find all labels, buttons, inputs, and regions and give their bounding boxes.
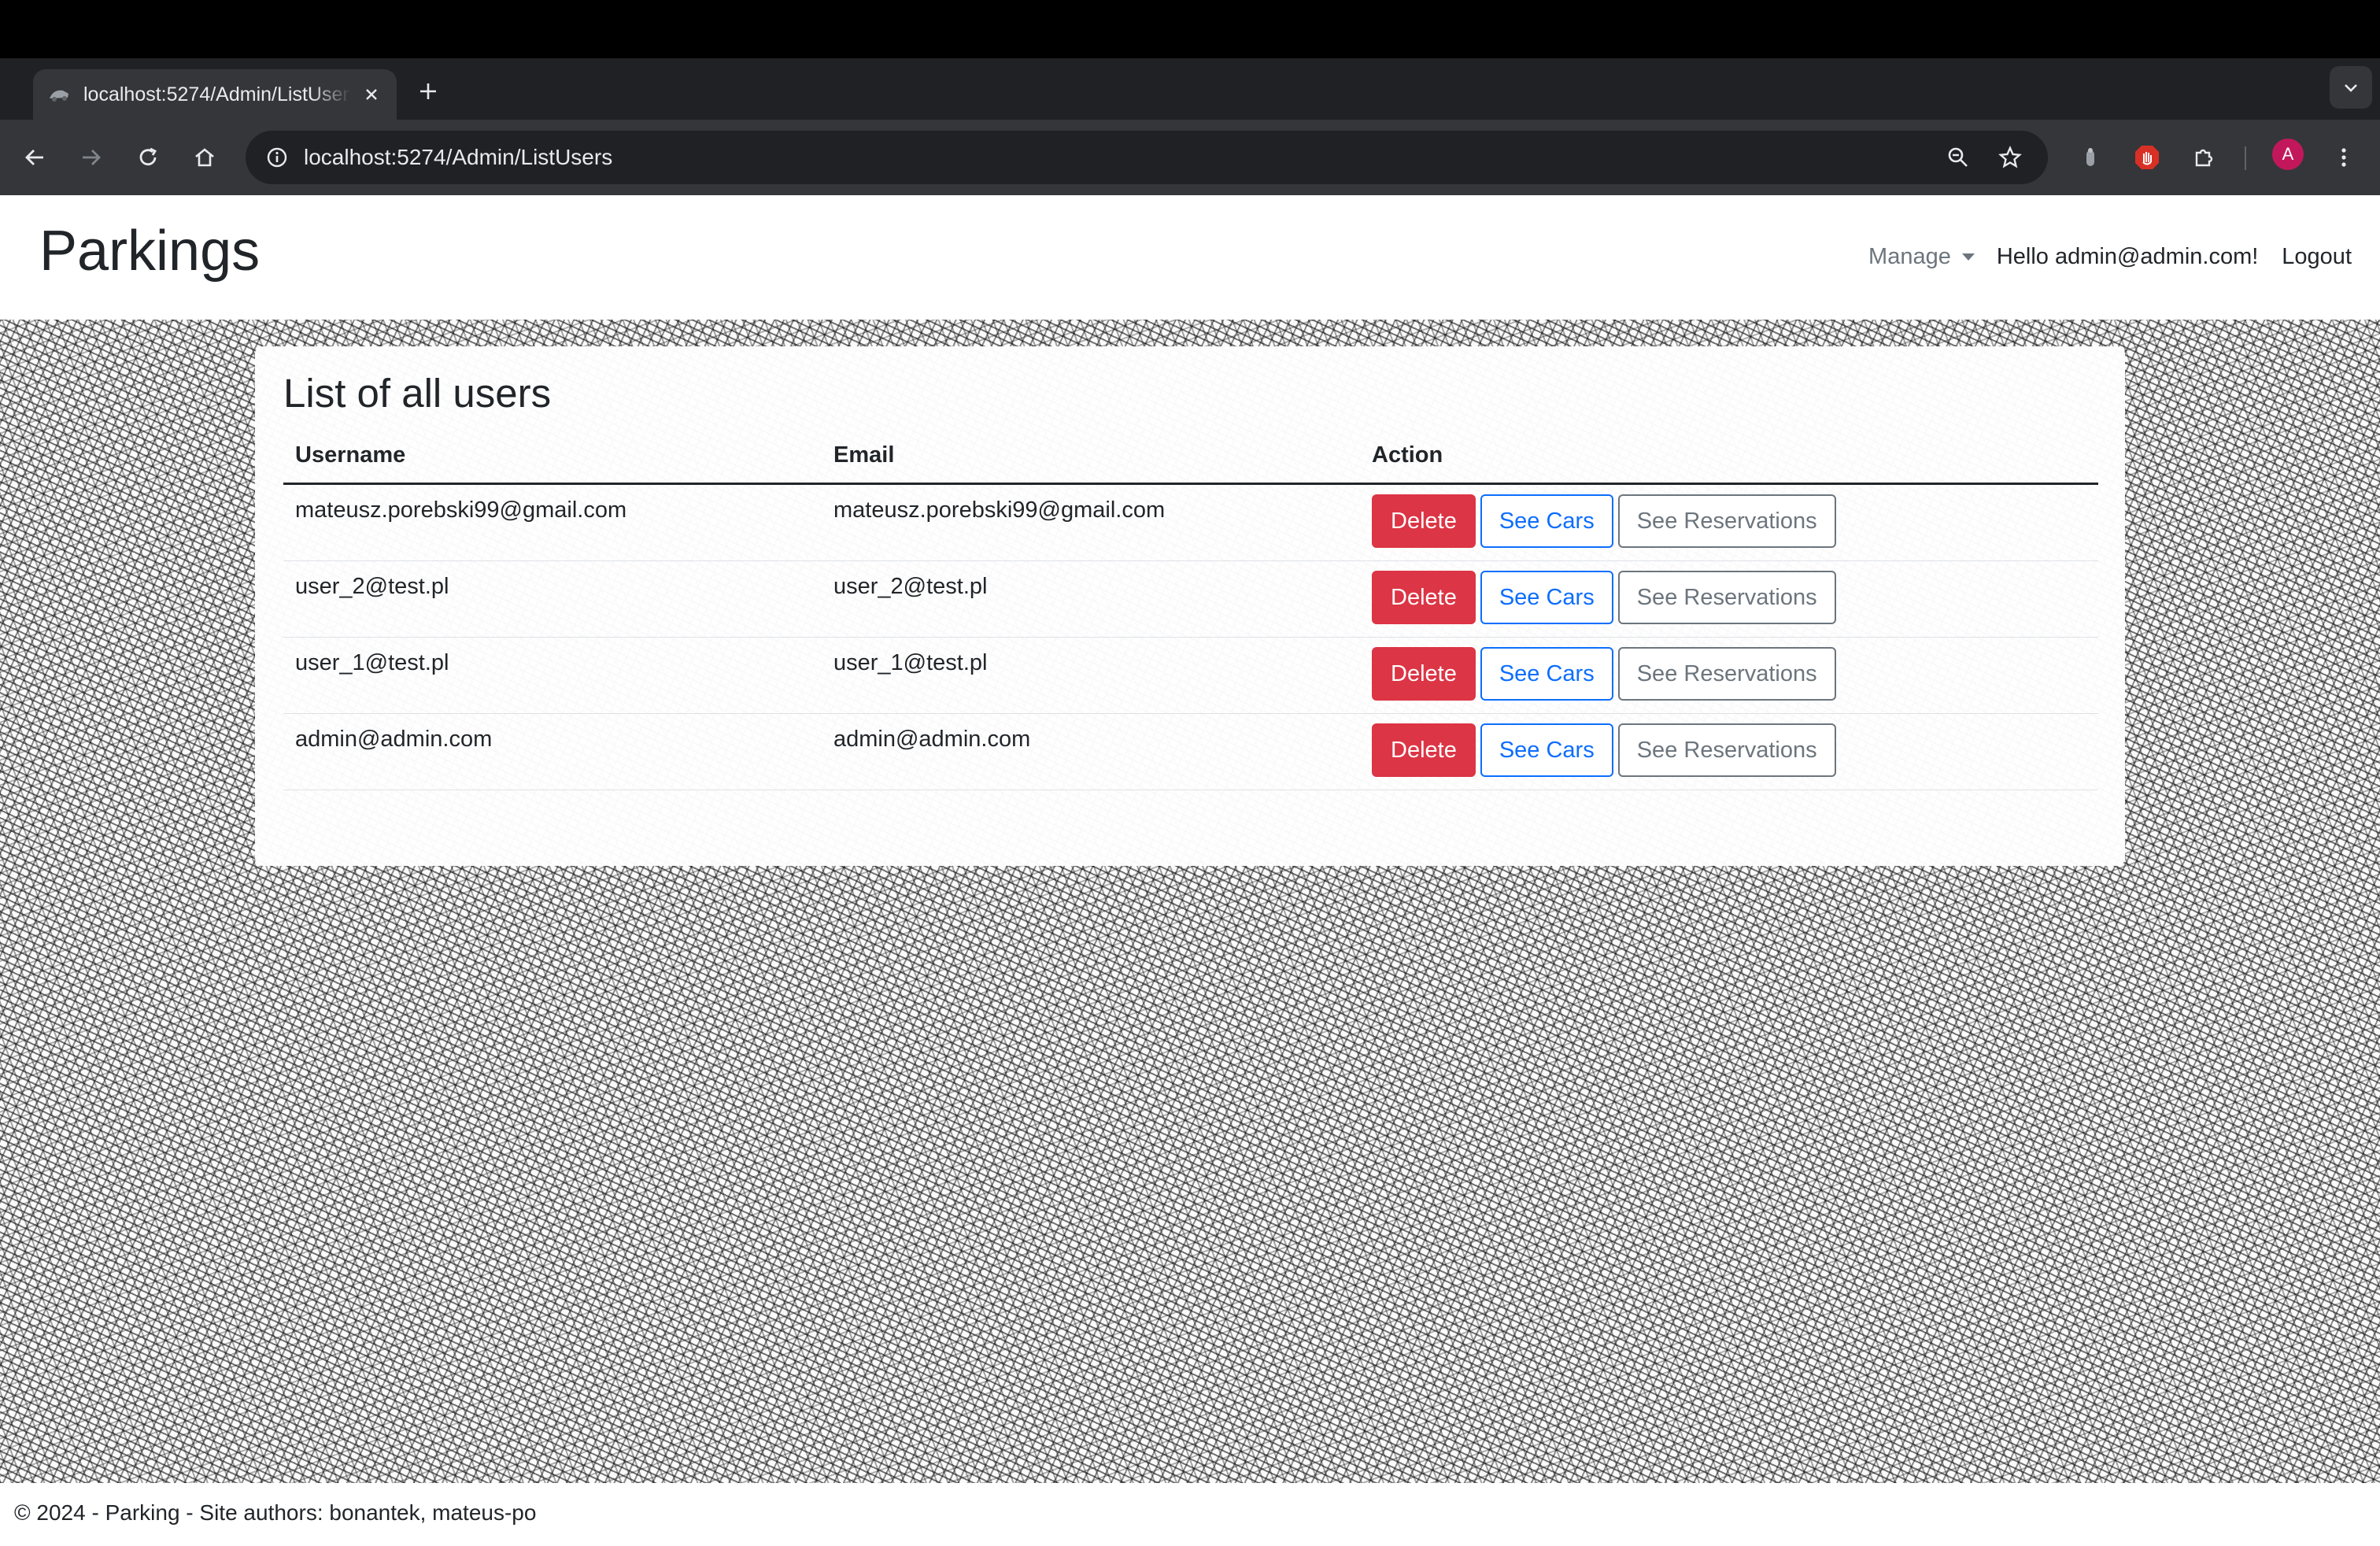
column-header-username: Username — [283, 428, 822, 485]
username-cell: mateusz.porebski99@gmail.com — [283, 483, 822, 561]
table-row: user_2@test.pl user_2@test.pl Delete See … — [283, 560, 2098, 638]
zoom-icon[interactable] — [1938, 137, 1979, 178]
actions-cell: Delete See Cars See Reservations — [1360, 560, 2098, 638]
username-cell: admin@admin.com — [283, 713, 822, 790]
delete-button[interactable]: Delete — [1372, 647, 1476, 701]
extension-icon[interactable] — [2070, 137, 2111, 178]
os-menu-bar — [0, 0, 2380, 58]
close-tab-icon[interactable] — [357, 80, 386, 109]
extensions-puzzle-icon[interactable] — [2183, 137, 2224, 178]
site-info-icon[interactable] — [261, 142, 293, 173]
see-cars-button[interactable]: See Cars — [1480, 723, 1613, 777]
profile-avatar[interactable]: A — [2272, 139, 2304, 170]
users-table: Username Email Action mateusz.porebski99… — [283, 428, 2098, 790]
delete-button[interactable]: Delete — [1372, 571, 1476, 624]
see-cars-button[interactable]: See Cars — [1480, 571, 1613, 624]
site-footer: © 2024 - Parking - Site authors: bonante… — [0, 1483, 2380, 1546]
toolbar-separator — [2245, 146, 2246, 170]
site-header: Parkings Manage Hello admin@admin.com! L… — [0, 195, 2380, 320]
actions-cell: Delete See Cars See Reservations — [1360, 483, 2098, 561]
see-reservations-button[interactable]: See Reservations — [1617, 571, 1836, 624]
see-reservations-button[interactable]: See Reservations — [1617, 494, 1836, 548]
tab-strip: localhost:5274/Admin/ListUsers — [0, 58, 2380, 120]
email-cell: admin@admin.com — [822, 713, 1360, 790]
browser-toolbar: localhost:5274/Admin/ListUsers — [0, 120, 2380, 195]
users-card: List of all users Username Email Action … — [255, 346, 2125, 866]
see-reservations-button[interactable]: See Reservations — [1617, 723, 1836, 777]
forward-icon[interactable] — [71, 137, 112, 178]
user-greeting[interactable]: Hello admin@admin.com! — [1997, 244, 2258, 270]
column-header-email: Email — [822, 428, 1360, 485]
logout-link[interactable]: Logout — [2282, 244, 2352, 270]
see-cars-button[interactable]: See Cars — [1480, 647, 1613, 701]
actions-cell: Delete See Cars See Reservations — [1360, 637, 2098, 714]
footer-text: © 2024 - Parking - Site authors: bonante… — [14, 1500, 537, 1525]
home-icon[interactable] — [184, 137, 225, 178]
email-cell: mateusz.porebski99@gmail.com — [822, 483, 1360, 561]
see-cars-button[interactable]: See Cars — [1480, 494, 1613, 548]
address-bar[interactable]: localhost:5274/Admin/ListUsers — [246, 131, 2048, 184]
username-cell: user_2@test.pl — [283, 560, 822, 638]
browser-tab[interactable]: localhost:5274/Admin/ListUsers — [33, 69, 397, 120]
tab-title: localhost:5274/Admin/ListUsers — [83, 83, 351, 105]
top-nav: Manage Hello admin@admin.com! Logout — [1868, 244, 2352, 270]
table-row: mateusz.porebski99@gmail.com mateusz.por… — [283, 483, 2098, 561]
email-cell: user_1@test.pl — [822, 637, 1360, 714]
table-row: admin@admin.com admin@admin.com Delete Se… — [283, 713, 2098, 790]
reload-icon[interactable] — [128, 137, 168, 178]
more-menu-icon[interactable] — [2323, 137, 2364, 178]
tab-search-icon[interactable] — [2330, 66, 2372, 109]
brand-logo[interactable]: Parkings — [39, 219, 260, 283]
bookmark-star-icon[interactable] — [1990, 137, 2031, 178]
new-tab-icon[interactable] — [411, 74, 445, 109]
adblock-icon[interactable] — [2127, 137, 2168, 178]
username-cell: user_1@test.pl — [283, 637, 822, 714]
back-icon[interactable] — [14, 137, 55, 178]
delete-button[interactable]: Delete — [1372, 723, 1476, 777]
table-row: user_1@test.pl user_1@test.pl Delete See … — [283, 637, 2098, 714]
email-cell: user_2@test.pl — [822, 560, 1360, 638]
manage-dropdown[interactable]: Manage — [1868, 244, 1975, 270]
delete-button[interactable]: Delete — [1372, 494, 1476, 548]
chevron-down-icon — [1961, 253, 1975, 261]
page-title: List of all users — [283, 371, 552, 416]
manage-label: Manage — [1868, 244, 1951, 269]
url-text: localhost:5274/Admin/ListUsers — [304, 145, 613, 169]
favicon-icon — [47, 83, 71, 106]
table-header-row: Username Email Action — [283, 428, 2098, 485]
column-header-action: Action — [1360, 428, 2098, 485]
see-reservations-button[interactable]: See Reservations — [1617, 647, 1836, 701]
actions-cell: Delete See Cars See Reservations — [1360, 713, 2098, 790]
